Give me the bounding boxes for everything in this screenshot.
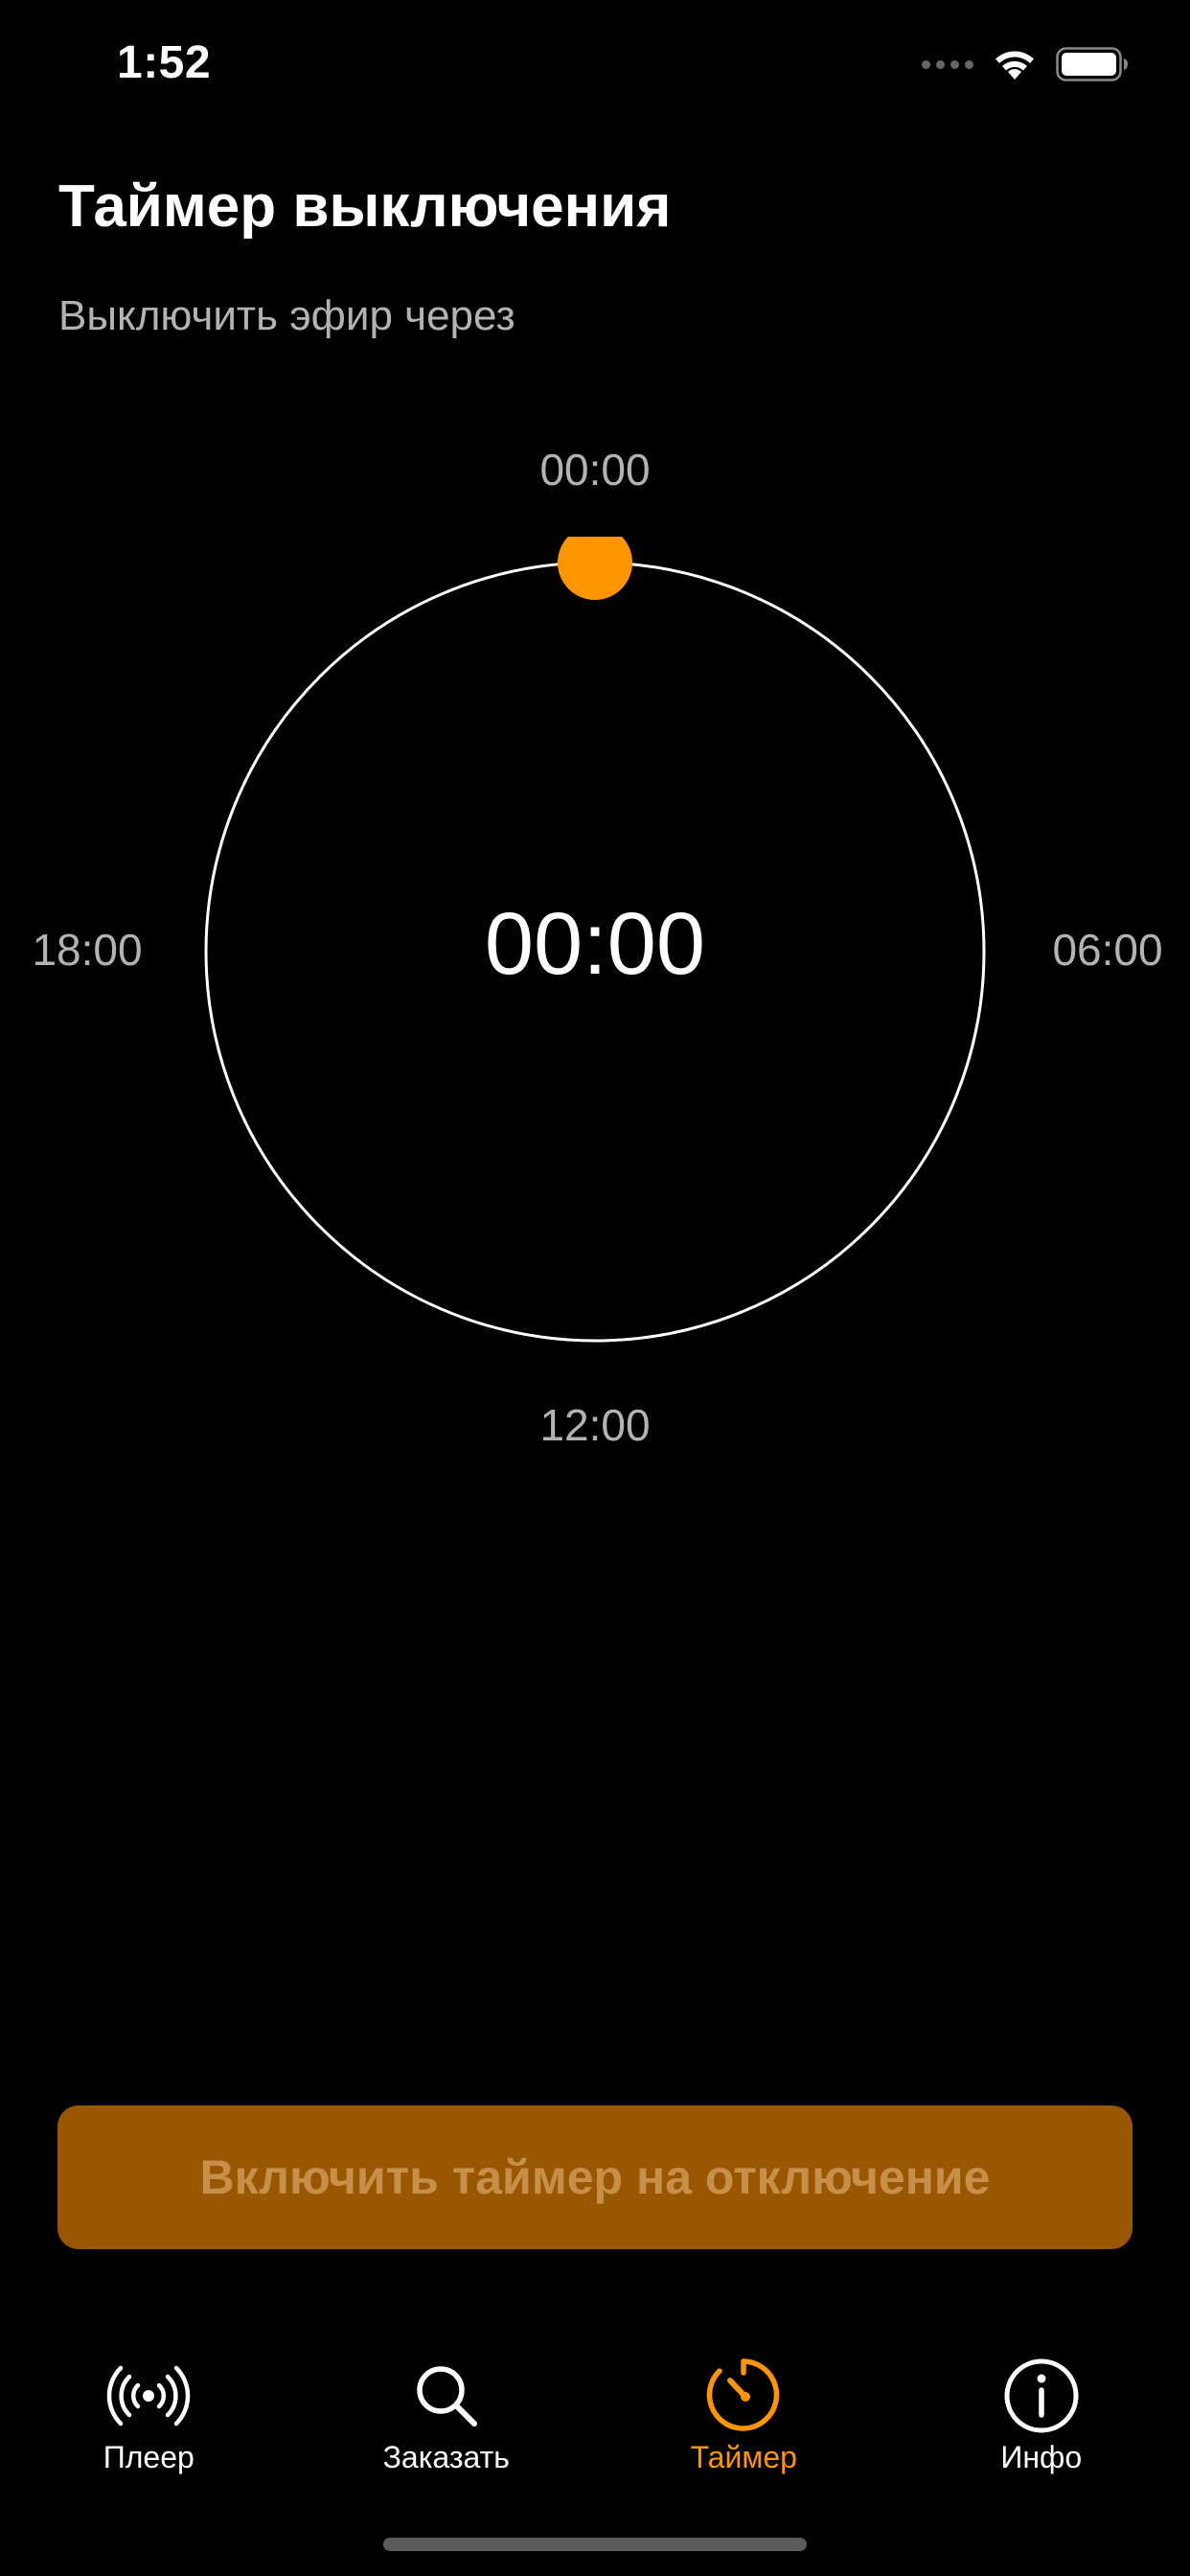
enable-timer-button[interactable]: Включить таймер на отключение [57,2105,1133,2249]
status-icons [922,40,1129,88]
tab-player[interactable]: Плеер [0,2338,298,2501]
signal-dots-icon [922,59,973,69]
page-title: Таймер выключения [58,173,672,240]
timer-value: 00:00 [484,895,706,993]
tab-player-label: Плеер [103,2440,195,2474]
dial-label-bottom: 12:00 [539,1400,651,1450]
home-indicator[interactable] [383,2538,807,2551]
status-time: 1:52 [117,37,212,88]
broadcast-icon [103,2356,195,2436]
tab-info[interactable]: Инфо [893,2338,1190,2501]
battery-icon [1056,47,1128,81]
search-icon [400,2356,492,2436]
timer-icon [698,2356,790,2436]
info-icon [995,2356,1087,2436]
tab-info-label: Инфо [1000,2440,1083,2474]
dial-label-top: 00:00 [539,445,651,494]
wifi-icon [995,51,1034,80]
tab-bar: Плеер Заказать Таймер Инфо [0,2338,1190,2501]
status-bar: 1:52 [0,0,1190,126]
tab-timer[interactable]: Таймер [595,2338,893,2501]
page-subtitle: Выключить эфир через [58,292,515,339]
tab-order-label: Заказать [382,2440,510,2474]
tab-order[interactable]: Заказать [298,2338,596,2501]
dial-handle[interactable] [558,537,632,600]
tab-timer-label: Таймер [690,2440,797,2474]
timer-dial: 00:00 06:00 12:00 18:00 00:00 [0,422,1190,1476]
